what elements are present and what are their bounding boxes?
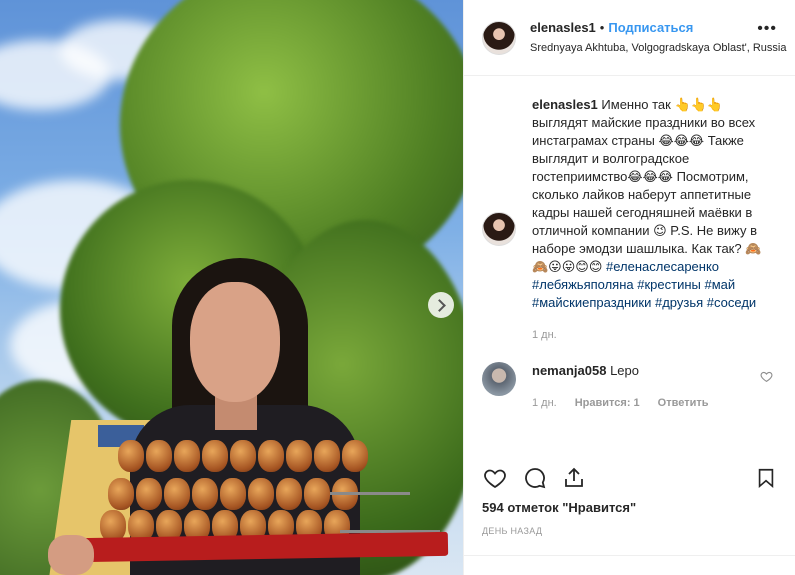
comments-list: elenasles1 Именно так 👆👆👆 выглядят майск… — [482, 96, 777, 412]
caption: elenasles1 Именно так 👆👆👆 выглядят майск… — [482, 96, 777, 344]
hand — [48, 535, 94, 575]
hashtag[interactable]: #крестины — [637, 277, 701, 292]
post-header: elenasles1 • Подписаться Srednyaya Akhtuba… — [464, 0, 795, 76]
comment-item: nemanja058 Lepo 1 дн. Нравится: 1 Ответи… — [482, 362, 777, 412]
hashtag[interactable]: #еленаслесаренко — [606, 259, 719, 274]
avatar[interactable] — [482, 362, 516, 396]
reply-button[interactable]: Ответить — [658, 394, 709, 412]
avatar[interactable] — [482, 20, 516, 55]
comment-text: Lepo — [610, 363, 639, 378]
person-face — [190, 282, 280, 402]
heart-icon[interactable] — [760, 370, 773, 383]
location-link[interactable]: Srednyaya Akhtuba, Volgogradskaya Oblast… — [530, 41, 786, 56]
hashtag[interactable]: #майскиепраздники — [532, 295, 651, 310]
comment-username[interactable]: nemanja058 — [532, 363, 606, 378]
next-arrow-icon[interactable] — [428, 292, 454, 318]
avatar[interactable] — [482, 212, 516, 246]
comment-time[interactable]: 1 дн. — [532, 394, 557, 412]
post-sidebar: elenasles1 • Подписаться Srednyaya Akhtuba… — [463, 0, 795, 575]
more-icon[interactable]: ••• — [757, 20, 777, 38]
hashtag[interactable]: #соседи — [707, 295, 756, 310]
caption-text: Именно так 👆👆👆 выглядят майские праздник… — [532, 97, 762, 274]
skewer-meat — [118, 440, 368, 472]
follow-button[interactable]: Подписаться — [608, 20, 693, 35]
skewer — [330, 492, 410, 495]
hashtag[interactable]: #май — [705, 277, 736, 292]
comment-likes[interactable]: Нравится: 1 — [575, 394, 640, 412]
caption-username[interactable]: elenasles1 — [532, 97, 598, 112]
action-bar — [482, 462, 777, 492]
likes-label: отметок "Нравится" — [507, 500, 637, 515]
skewer-meat — [108, 478, 358, 510]
caption-time[interactable]: 1 дн. — [532, 326, 764, 344]
separator-dot: • — [599, 20, 605, 36]
likes-count[interactable]: 594 отметок "Нравится" — [482, 500, 636, 515]
post-photo[interactable] — [0, 0, 463, 575]
share-icon[interactable] — [562, 466, 586, 490]
post-date: ДЕНЬ НАЗАД — [482, 526, 543, 536]
hashtag[interactable]: #друзья — [655, 295, 703, 310]
username-link[interactable]: elenasles1 — [530, 20, 596, 35]
bookmark-icon[interactable] — [755, 466, 777, 490]
likes-number: 594 — [482, 500, 504, 515]
comment-icon[interactable] — [522, 466, 548, 490]
hashtag[interactable]: #лебяжьяполяна — [532, 277, 634, 292]
heart-icon[interactable] — [482, 466, 508, 490]
comment-input-area[interactable] — [464, 555, 795, 575]
